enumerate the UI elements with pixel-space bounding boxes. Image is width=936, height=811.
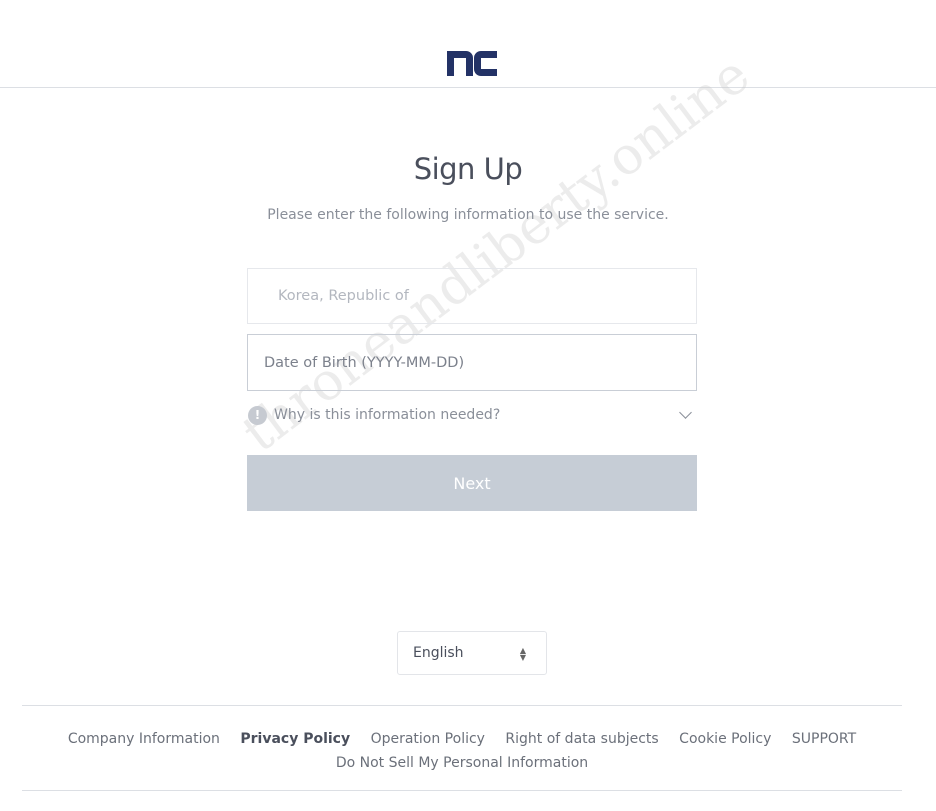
nc-logo[interactable] xyxy=(447,51,497,76)
footer-link-do-not-sell[interactable]: Do Not Sell My Personal Information xyxy=(336,755,588,771)
page-subtitle: Please enter the following information t… xyxy=(267,207,669,223)
watermark: throneandliberty.online xyxy=(231,44,761,464)
chevron-down-icon xyxy=(679,405,692,419)
sort-arrows-icon: ▲ ▼ xyxy=(519,646,526,662)
footer-link-privacy-policy[interactable]: Privacy Policy xyxy=(240,731,350,747)
footer-link-right-of-data-subjects[interactable]: Right of data subjects xyxy=(505,731,658,747)
date-of-birth-input[interactable]: Date of Birth (YYYY-MM-DD) xyxy=(247,334,697,391)
exclamation-icon: ! xyxy=(248,405,267,425)
country-value: Korea, Republic of xyxy=(278,288,409,304)
footer-link-cookie-policy[interactable]: Cookie Policy xyxy=(679,731,771,747)
footer-link-support[interactable]: SUPPORT xyxy=(792,731,856,747)
language-selected: English xyxy=(413,645,464,661)
dob-placeholder: Date of Birth (YYYY-MM-DD) xyxy=(264,354,465,371)
next-button[interactable]: Next xyxy=(247,455,697,511)
footer-link-company-information[interactable]: Company Information xyxy=(68,731,220,747)
page-title: Sign Up xyxy=(413,152,523,186)
footer: Company Information Privacy Policy Opera… xyxy=(22,705,902,791)
header xyxy=(0,0,936,88)
why-info-label: Why is this information needed? xyxy=(274,407,501,423)
why-info-toggle[interactable]: ! Why is this information needed? xyxy=(248,404,696,426)
language-select[interactable]: English ▲ ▼ xyxy=(397,631,547,675)
country-field[interactable]: Korea, Republic of xyxy=(247,268,697,324)
footer-link-operation-policy[interactable]: Operation Policy xyxy=(371,731,485,747)
